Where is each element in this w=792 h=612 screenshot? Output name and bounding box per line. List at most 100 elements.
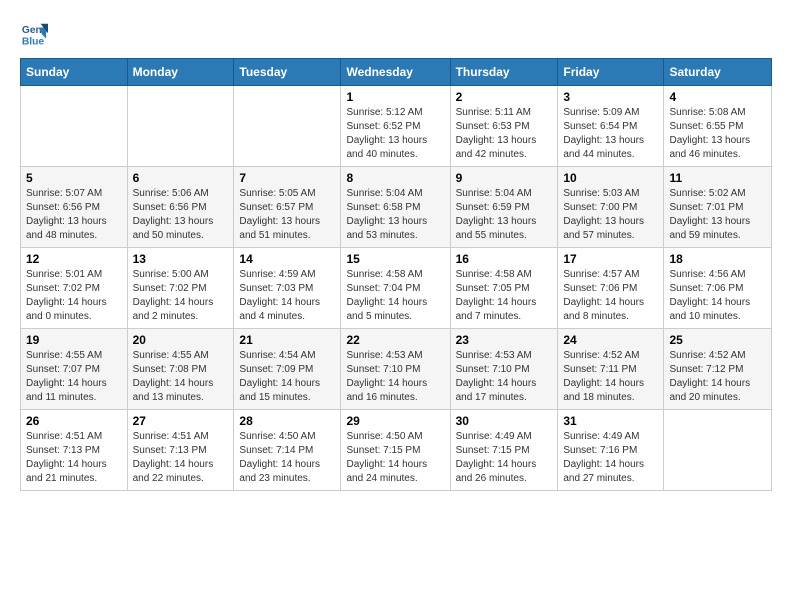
calendar-cell: 10 Sunrise: 5:03 AM Sunset: 7:00 PM Dayli…: [558, 167, 664, 248]
calendar-cell: 3 Sunrise: 5:09 AM Sunset: 6:54 PM Daylig…: [558, 86, 664, 167]
day-info: Sunrise: 5:12 AM Sunset: 6:52 PM Dayligh…: [346, 106, 444, 162]
day-info: Sunrise: 5:05 AM Sunset: 6:57 PM Dayligh…: [239, 187, 335, 243]
day-info: Sunrise: 4:52 AM Sunset: 7:11 PM Dayligh…: [563, 349, 658, 405]
day-number: 9: [456, 171, 553, 185]
day-info: Sunrise: 4:50 AM Sunset: 7:14 PM Dayligh…: [239, 430, 335, 486]
calendar-cell: 24 Sunrise: 4:52 AM Sunset: 7:11 PM Dayli…: [558, 329, 664, 410]
day-info: Sunrise: 4:53 AM Sunset: 7:10 PM Dayligh…: [346, 349, 444, 405]
header-cell-saturday: Saturday: [664, 59, 772, 86]
day-number: 5: [26, 171, 122, 185]
day-number: 8: [346, 171, 444, 185]
calendar-body: 1 Sunrise: 5:12 AM Sunset: 6:52 PM Daylig…: [21, 86, 772, 491]
day-info: Sunrise: 5:06 AM Sunset: 6:56 PM Dayligh…: [133, 187, 229, 243]
svg-text:Blue: Blue: [22, 36, 45, 47]
calendar-cell: 12 Sunrise: 5:01 AM Sunset: 7:02 PM Dayli…: [21, 248, 128, 329]
calendar-week-3: 12 Sunrise: 5:01 AM Sunset: 7:02 PM Dayli…: [21, 248, 772, 329]
day-number: 26: [26, 414, 122, 428]
calendar-cell: 29 Sunrise: 4:50 AM Sunset: 7:15 PM Dayli…: [341, 410, 450, 491]
day-info: Sunrise: 4:49 AM Sunset: 7:15 PM Dayligh…: [456, 430, 553, 486]
calendar-cell: 13Sunrise: 5:00 AM Sunset: 7:02 PM Dayli…: [127, 248, 234, 329]
day-info: Sunrise: 4:53 AM Sunset: 7:10 PM Dayligh…: [456, 349, 553, 405]
calendar-cell: 5 Sunrise: 5:07 AM Sunset: 6:56 PM Daylig…: [21, 167, 128, 248]
day-number: 4: [669, 90, 766, 104]
calendar-cell: 30Sunrise: 4:49 AM Sunset: 7:15 PM Dayli…: [450, 410, 558, 491]
day-number: 25: [669, 333, 766, 347]
day-info: Sunrise: 5:07 AM Sunset: 6:56 PM Dayligh…: [26, 187, 122, 243]
day-info: Sunrise: 5:08 AM Sunset: 6:55 PM Dayligh…: [669, 106, 766, 162]
calendar-cell: 21 Sunrise: 4:54 AM Sunset: 7:09 PM Dayli…: [234, 329, 341, 410]
day-info: Sunrise: 4:56 AM Sunset: 7:06 PM Dayligh…: [669, 268, 766, 324]
day-number: 14: [239, 252, 335, 266]
calendar-cell: 8 Sunrise: 5:04 AM Sunset: 6:58 PM Daylig…: [341, 167, 450, 248]
calendar-cell: 16 Sunrise: 4:58 AM Sunset: 7:05 PM Dayli…: [450, 248, 558, 329]
day-info: Sunrise: 4:55 AM Sunset: 7:08 PM Dayligh…: [133, 349, 229, 405]
header-cell-monday: Monday: [127, 59, 234, 86]
calendar-cell: 11 Sunrise: 5:02 AM Sunset: 7:01 PM Dayli…: [664, 167, 772, 248]
day-number: 31: [563, 414, 658, 428]
day-number: 19: [26, 333, 122, 347]
day-info: Sunrise: 5:09 AM Sunset: 6:54 PM Dayligh…: [563, 106, 658, 162]
day-info: Sunrise: 4:55 AM Sunset: 7:07 PM Dayligh…: [26, 349, 122, 405]
day-info: Sunrise: 5:04 AM Sunset: 6:58 PM Dayligh…: [346, 187, 444, 243]
day-info: Sunrise: 4:58 AM Sunset: 7:04 PM Dayligh…: [346, 268, 444, 324]
page-header: General Blue: [20, 20, 772, 48]
day-number: 28: [239, 414, 335, 428]
calendar-week-1: 1 Sunrise: 5:12 AM Sunset: 6:52 PM Daylig…: [21, 86, 772, 167]
calendar-cell: 23 Sunrise: 4:53 AM Sunset: 7:10 PM Dayli…: [450, 329, 558, 410]
calendar-cell: 25 Sunrise: 4:52 AM Sunset: 7:12 PM Dayli…: [664, 329, 772, 410]
day-info: Sunrise: 4:49 AM Sunset: 7:16 PM Dayligh…: [563, 430, 658, 486]
day-number: 21: [239, 333, 335, 347]
day-number: 23: [456, 333, 553, 347]
day-number: 29: [346, 414, 444, 428]
day-info: Sunrise: 4:50 AM Sunset: 7:15 PM Dayligh…: [346, 430, 444, 486]
day-info: Sunrise: 4:58 AM Sunset: 7:05 PM Dayligh…: [456, 268, 553, 324]
day-number: 12: [26, 252, 122, 266]
day-number: 24: [563, 333, 658, 347]
calendar-cell: 1 Sunrise: 5:12 AM Sunset: 6:52 PM Daylig…: [341, 86, 450, 167]
calendar-cell: [664, 410, 772, 491]
calendar-cell: 22 Sunrise: 4:53 AM Sunset: 7:10 PM Dayli…: [341, 329, 450, 410]
calendar-cell: 14 Sunrise: 4:59 AM Sunset: 7:03 PM Dayli…: [234, 248, 341, 329]
calendar-cell: 26 Sunrise: 4:51 AM Sunset: 7:13 PM Dayli…: [21, 410, 128, 491]
calendar-header: SundayMondayTuesdayWednesdayThursdayFrid…: [21, 59, 772, 86]
day-number: 11: [669, 171, 766, 185]
calendar-cell: 6Sunrise: 5:06 AM Sunset: 6:56 PM Daylig…: [127, 167, 234, 248]
calendar-cell: 7 Sunrise: 5:05 AM Sunset: 6:57 PM Daylig…: [234, 167, 341, 248]
day-number: 2: [456, 90, 553, 104]
calendar-week-2: 5 Sunrise: 5:07 AM Sunset: 6:56 PM Daylig…: [21, 167, 772, 248]
day-info: Sunrise: 5:02 AM Sunset: 7:01 PM Dayligh…: [669, 187, 766, 243]
calendar-cell: 15Sunrise: 4:58 AM Sunset: 7:04 PM Dayli…: [341, 248, 450, 329]
calendar-cell: 20Sunrise: 4:55 AM Sunset: 7:08 PM Dayli…: [127, 329, 234, 410]
calendar-cell: [21, 86, 128, 167]
day-number: 16: [456, 252, 553, 266]
day-info: Sunrise: 4:57 AM Sunset: 7:06 PM Dayligh…: [563, 268, 658, 324]
day-number: 1: [346, 90, 444, 104]
day-number: 3: [563, 90, 658, 104]
day-number: 18: [669, 252, 766, 266]
day-info: Sunrise: 4:52 AM Sunset: 7:12 PM Dayligh…: [669, 349, 766, 405]
day-info: Sunrise: 5:03 AM Sunset: 7:00 PM Dayligh…: [563, 187, 658, 243]
day-number: 10: [563, 171, 658, 185]
logo-icon: General Blue: [20, 20, 48, 48]
calendar-cell: 9 Sunrise: 5:04 AM Sunset: 6:59 PM Daylig…: [450, 167, 558, 248]
header-row: SundayMondayTuesdayWednesdayThursdayFrid…: [21, 59, 772, 86]
day-info: Sunrise: 5:01 AM Sunset: 7:02 PM Dayligh…: [26, 268, 122, 324]
calendar-cell: 18 Sunrise: 4:56 AM Sunset: 7:06 PM Dayli…: [664, 248, 772, 329]
calendar-cell: [127, 86, 234, 167]
day-number: 27: [133, 414, 229, 428]
day-info: Sunrise: 4:59 AM Sunset: 7:03 PM Dayligh…: [239, 268, 335, 324]
header-cell-friday: Friday: [558, 59, 664, 86]
calendar-week-4: 19 Sunrise: 4:55 AM Sunset: 7:07 PM Dayli…: [21, 329, 772, 410]
calendar-cell: 28 Sunrise: 4:50 AM Sunset: 7:14 PM Dayli…: [234, 410, 341, 491]
day-number: 22: [346, 333, 444, 347]
logo: General Blue: [20, 20, 52, 48]
day-info: Sunrise: 4:54 AM Sunset: 7:09 PM Dayligh…: [239, 349, 335, 405]
day-number: 7: [239, 171, 335, 185]
day-number: 17: [563, 252, 658, 266]
day-info: Sunrise: 4:51 AM Sunset: 7:13 PM Dayligh…: [133, 430, 229, 486]
day-info: Sunrise: 4:51 AM Sunset: 7:13 PM Dayligh…: [26, 430, 122, 486]
calendar-cell: 2Sunrise: 5:11 AM Sunset: 6:53 PM Daylig…: [450, 86, 558, 167]
calendar-cell: 19 Sunrise: 4:55 AM Sunset: 7:07 PM Dayli…: [21, 329, 128, 410]
day-info: Sunrise: 5:04 AM Sunset: 6:59 PM Dayligh…: [456, 187, 553, 243]
header-cell-sunday: Sunday: [21, 59, 128, 86]
